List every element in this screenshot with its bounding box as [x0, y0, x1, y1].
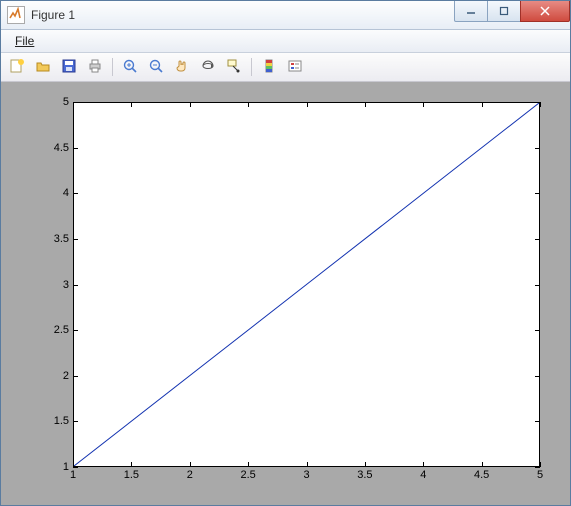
print-icon: [87, 58, 103, 77]
toolbar: [1, 53, 570, 82]
save-button[interactable]: [57, 55, 81, 79]
x-tick-mark: [423, 102, 424, 107]
x-tick-mark: [248, 462, 249, 467]
x-tick-mark: [365, 462, 366, 467]
x-tick-mark: [423, 462, 424, 467]
x-tick-label: 3.5: [357, 469, 372, 481]
y-tick-mark: [73, 330, 78, 331]
x-tick-mark: [190, 462, 191, 467]
x-tick-label: 4.5: [474, 469, 489, 481]
data-cursor-icon: [226, 58, 242, 77]
x-tick-label: 3: [303, 469, 309, 481]
toolbar-separator: [112, 58, 113, 76]
y-tick-mark: [535, 148, 540, 149]
menu-file[interactable]: File: [7, 32, 42, 50]
pan-button[interactable]: [170, 55, 194, 79]
y-tick-mark: [535, 376, 540, 377]
y-tick-label: 1: [63, 461, 69, 473]
y-tick-mark: [535, 285, 540, 286]
x-tick-label: 5: [537, 469, 543, 481]
y-tick-mark: [73, 421, 78, 422]
toolbar-separator: [251, 58, 252, 76]
matlab-icon: [7, 6, 25, 24]
print-button[interactable]: [83, 55, 107, 79]
y-tick-mark: [73, 467, 78, 468]
line-plot: [74, 103, 539, 466]
zoom-in-icon: [122, 58, 138, 77]
x-tick-mark: [540, 462, 541, 467]
data-cursor-button[interactable]: [222, 55, 246, 79]
x-tick-mark: [482, 102, 483, 107]
y-tick-mark: [535, 330, 540, 331]
x-tick-mark: [365, 102, 366, 107]
y-tick-mark: [73, 376, 78, 377]
y-tick-mark: [535, 102, 540, 103]
y-tick-label: 4: [63, 187, 69, 199]
menubar: File: [1, 30, 570, 53]
y-tick-mark: [535, 239, 540, 240]
y-tick-mark: [73, 102, 78, 103]
y-tick-mark: [73, 148, 78, 149]
pan-icon: [174, 58, 190, 77]
y-tick-mark: [73, 239, 78, 240]
window-controls: [455, 1, 570, 21]
y-tick-mark: [73, 193, 78, 194]
new-figure-button[interactable]: [5, 55, 29, 79]
x-tick-mark: [307, 102, 308, 107]
x-tick-label: 2.5: [240, 469, 255, 481]
x-tick-mark: [307, 462, 308, 467]
minimize-button[interactable]: [454, 1, 488, 22]
x-tick-label: 1: [70, 469, 76, 481]
legend-button[interactable]: [283, 55, 307, 79]
y-tick-label: 2.5: [54, 324, 69, 336]
y-tick-mark: [535, 193, 540, 194]
legend-icon: [287, 58, 303, 77]
window-title: Figure 1: [31, 8, 75, 22]
zoom-out-icon: [148, 58, 164, 77]
close-button[interactable]: [520, 1, 570, 22]
y-tick-label: 4.5: [54, 142, 69, 154]
figure-canvas[interactable]: 1 1.5 2 2.5 3 3.5 4 4.5 5 1 1.5 2 2.5 3 3.5 4 4.5 5: [1, 82, 570, 505]
new-figure-icon: [9, 58, 25, 77]
x-tick-label: 1.5: [124, 469, 139, 481]
y-tick-label: 3: [63, 279, 69, 291]
open-icon: [35, 58, 51, 77]
maximize-button[interactable]: [487, 1, 521, 22]
rotate-3d-button[interactable]: [196, 55, 220, 79]
figure-window: Figure 1 File: [0, 0, 571, 506]
colorbar-button[interactable]: [257, 55, 281, 79]
x-tick-mark: [248, 102, 249, 107]
y-tick-label: 1.5: [54, 415, 69, 427]
x-tick-mark: [131, 102, 132, 107]
save-icon: [61, 58, 77, 77]
y-tick-label: 5: [63, 96, 69, 108]
y-tick-label: 2: [63, 370, 69, 382]
axes[interactable]: [73, 102, 540, 467]
open-button[interactable]: [31, 55, 55, 79]
zoom-out-button[interactable]: [144, 55, 168, 79]
y-tick-mark: [73, 285, 78, 286]
menu-file-label: File: [15, 34, 34, 48]
y-tick-mark: [535, 467, 540, 468]
titlebar: Figure 1: [1, 1, 570, 30]
x-tick-label: 2: [187, 469, 193, 481]
rotate-3d-icon: [200, 58, 216, 77]
x-tick-mark: [131, 462, 132, 467]
colorbar-icon: [261, 58, 277, 77]
x-tick-label: 4: [420, 469, 426, 481]
y-tick-label: 3.5: [54, 233, 69, 245]
y-tick-mark: [535, 421, 540, 422]
x-tick-mark: [482, 462, 483, 467]
x-tick-mark: [540, 102, 541, 107]
x-tick-mark: [190, 102, 191, 107]
zoom-in-button[interactable]: [118, 55, 142, 79]
